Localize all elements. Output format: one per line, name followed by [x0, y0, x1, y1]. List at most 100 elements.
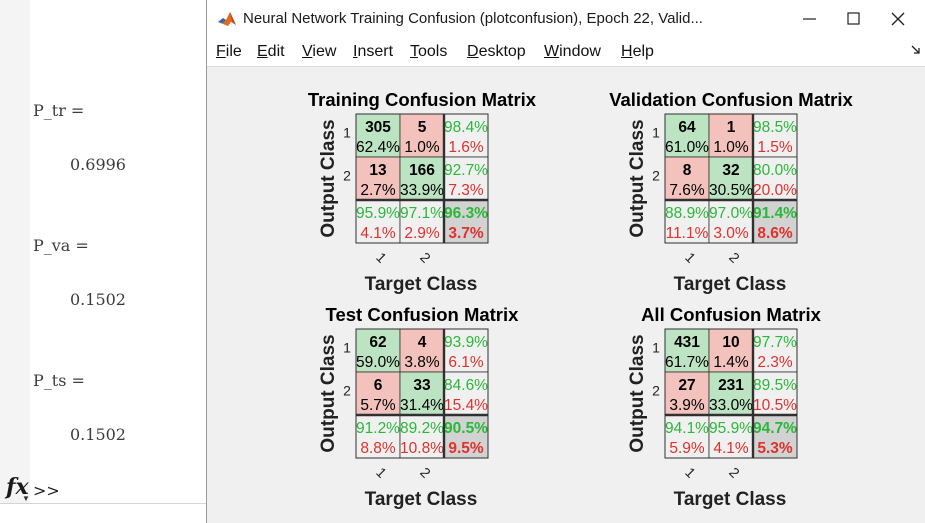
cell-percent: 11.1%: [666, 225, 709, 242]
cell-value: 92.7%: [444, 162, 488, 179]
cell-percent: 5.7%: [360, 397, 396, 414]
matrix-title: Test Confusion Matrix: [326, 304, 520, 325]
cell-value: 64: [678, 119, 696, 136]
menu-tools-label: ools: [418, 43, 448, 60]
cell-value: 88.9%: [665, 205, 709, 222]
y-axis-label: Output Class: [318, 119, 339, 237]
menu-view-label: iew: [312, 43, 337, 60]
menu-view[interactable]: View: [302, 43, 336, 61]
x-axis-label: Target Class: [365, 489, 478, 510]
x-axis-label: Target Class: [365, 274, 478, 295]
cell-value: 98.4%: [444, 119, 488, 136]
cell-percent: 1.0%: [713, 139, 749, 156]
y-tick-label: 2: [343, 383, 351, 399]
cell-value: 4: [418, 334, 427, 351]
cell-value: 90.5%: [444, 420, 488, 437]
cell-value: 97.1%: [400, 205, 444, 222]
x-axis-label: Target Class: [674, 489, 787, 510]
menu-desktop-label: esktop: [478, 43, 526, 60]
x-tick-label: 2: [417, 249, 434, 266]
maximize-icon: [847, 12, 860, 25]
cell-percent: 9.5%: [448, 440, 484, 457]
cell-percent: 3.9%: [669, 397, 705, 414]
cell-percent: 30.5%: [709, 182, 753, 199]
cell-percent: 8.8%: [360, 440, 396, 457]
cell-percent: 4.1%: [360, 225, 396, 242]
plot-area: Training Confusion Matrix 305 62.4% 5 1.0% 98…: [207, 67, 925, 523]
cell-value: 94.1%: [665, 420, 709, 437]
menu-help[interactable]: Help: [621, 43, 654, 61]
y-tick-label: 1: [343, 125, 351, 141]
x-tick-label: 2: [726, 464, 743, 481]
matlab-icon: [217, 9, 237, 29]
menu-edit-accel: E: [257, 43, 268, 60]
menu-help-accel: H: [621, 43, 633, 60]
cell-percent: 59.0%: [356, 354, 400, 371]
x-tick-label: 1: [373, 464, 390, 481]
cell-value: 95.9%: [709, 420, 753, 437]
menu-tools[interactable]: Tools: [410, 43, 447, 61]
cell-value: 97.0%: [709, 205, 753, 222]
cell-percent: 7.6%: [669, 182, 705, 199]
cell-value: 231: [718, 377, 744, 394]
figure-window[interactable]: Neural Network Training Confusion (plotc…: [206, 0, 925, 523]
cell-percent: 33.0%: [709, 397, 753, 414]
menu-desktop-accel: D: [467, 43, 479, 60]
cell-value: 33: [413, 377, 431, 394]
cell-value: 97.7%: [753, 334, 797, 351]
cell-percent: 61.0%: [665, 139, 709, 156]
confusion-matrix-validation: Validation Confusion Matrix6461.0%11.0%9…: [609, 89, 853, 295]
y-axis-label: Output Class: [627, 334, 648, 452]
minimize-icon: [803, 18, 816, 20]
menu-file[interactable]: File: [216, 43, 242, 61]
cell-percent: 2.9%: [404, 225, 440, 242]
cell-percent: 62.4%: [356, 139, 400, 156]
cell-value: 431: [674, 334, 700, 351]
cell-percent: 3.8%: [404, 354, 440, 371]
title-bar[interactable]: Neural Network Training Confusion (plotc…: [207, 0, 925, 37]
chevron-down-icon[interactable]: ▼: [22, 494, 30, 503]
var-p-va: P_va =: [33, 236, 89, 255]
cell-percent: 33.9%: [400, 182, 444, 199]
x-tick-label: 2: [417, 464, 434, 481]
menu-insert[interactable]: Insert: [353, 43, 393, 61]
cell-value: 96.3%: [444, 205, 488, 222]
value-p-tr: 0.6996: [70, 155, 126, 174]
cell-value: 80.0%: [753, 162, 797, 179]
menu-desktop[interactable]: Desktop: [467, 43, 526, 61]
command-window-divider: [0, 503, 210, 504]
cell-value: 89.2%: [400, 420, 444, 437]
value-p-va: 0.1502: [70, 290, 126, 309]
close-button[interactable]: [869, 0, 925, 37]
cell-value: 98.5%: [753, 119, 797, 136]
cell-percent: 10.8%: [400, 440, 444, 457]
cell-value: 6: [374, 377, 383, 394]
cell-value: 89.5%: [753, 377, 797, 394]
menu-window[interactable]: Window: [544, 43, 601, 61]
cell-value: 27: [678, 377, 695, 394]
cell-value: 166: [409, 162, 435, 179]
cell-percent: 8.6%: [757, 225, 793, 242]
matrix-title: Validation Confusion Matrix: [609, 89, 853, 110]
cell-percent: 1.5%: [757, 139, 793, 156]
cell-value: 305: [365, 119, 391, 136]
command-prompt[interactable]: >>: [33, 481, 60, 500]
dock-arrow-icon[interactable]: [911, 45, 921, 55]
y-tick-label: 1: [652, 125, 660, 141]
cell-value: 94.7%: [753, 420, 797, 437]
menu-file-label: ile: [225, 43, 242, 60]
cell-percent: 4.1%: [713, 440, 749, 457]
cell-percent: 6.1%: [448, 354, 484, 371]
y-axis-label: Output Class: [627, 119, 648, 237]
cell-percent: 5.9%: [669, 440, 705, 457]
x-tick-label: 2: [726, 249, 743, 266]
cell-value: 62: [369, 334, 386, 351]
menu-edit[interactable]: Edit: [257, 43, 285, 61]
cell-percent: 2.7%: [360, 182, 396, 199]
cell-value: 8: [683, 162, 692, 179]
cell-value: 93.9%: [444, 334, 488, 351]
cell-percent: 61.7%: [665, 354, 709, 371]
cell-percent: 3.0%: [713, 225, 749, 242]
cell-percent: 2.3%: [757, 354, 793, 371]
command-window-gutter: [0, 0, 30, 503]
